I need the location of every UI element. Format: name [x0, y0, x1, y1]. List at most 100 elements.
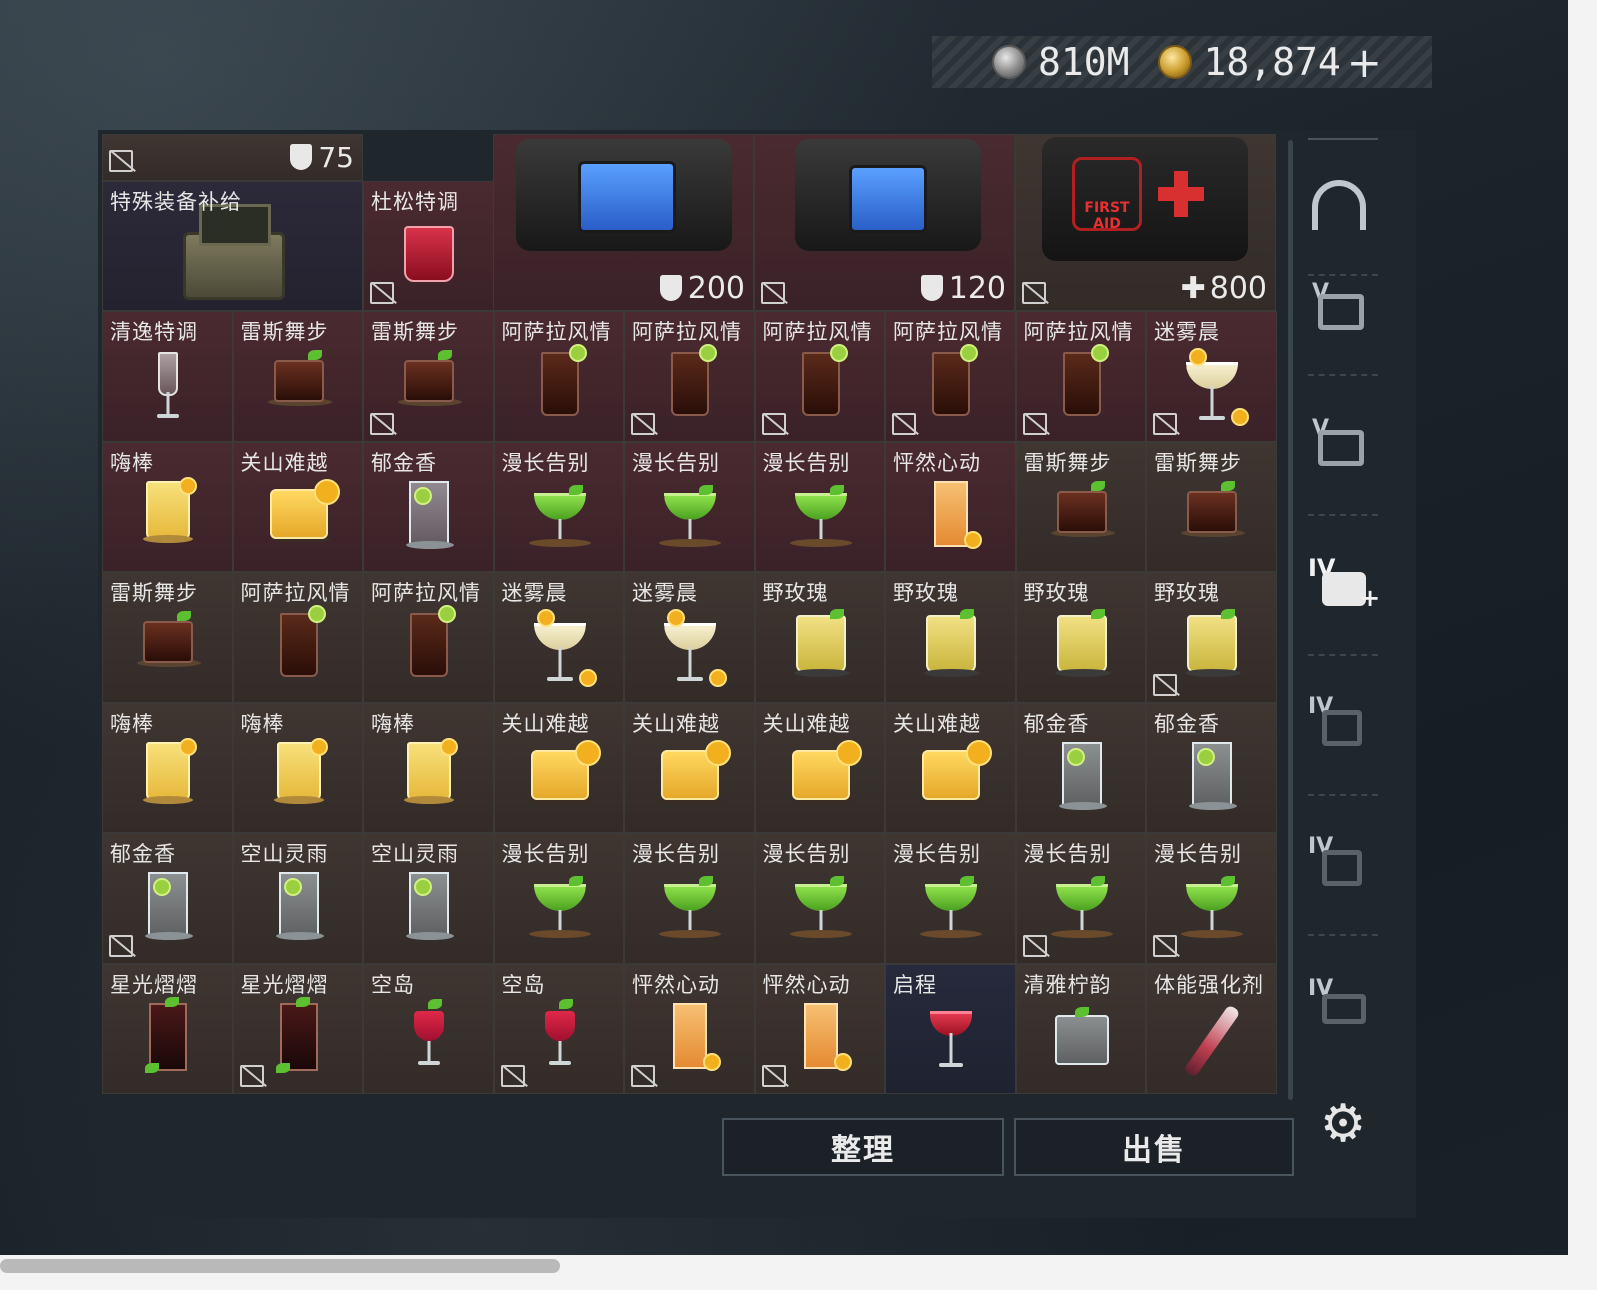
- settings-gear-icon[interactable]: ⚙: [1312, 1094, 1374, 1154]
- inventory-item-cell[interactable]: 关山难越: [754, 702, 885, 833]
- armor-item-cell[interactable]: 75: [102, 134, 363, 181]
- inventory-item-cell[interactable]: 漫长告别: [493, 441, 624, 572]
- pouch-slot-2-icon[interactable]: IV: [1308, 834, 1374, 894]
- inventory-item-cell[interactable]: 阿萨拉风情: [493, 311, 624, 442]
- no-sell-icon: [1022, 412, 1047, 435]
- inventory-item-cell[interactable]: 漫长告别: [885, 833, 1016, 964]
- no-sell-icon: [1153, 934, 1177, 957]
- medkit-slot-icon[interactable]: IV +: [1308, 554, 1380, 614]
- inventory-item-cell[interactable]: 怦然心动: [885, 441, 1016, 572]
- item-name: 雷斯舞步: [1023, 450, 1112, 475]
- inventory-item-cell[interactable]: 雷斯舞步: [363, 311, 494, 442]
- inventory-item-cell[interactable]: 漫长告别: [754, 441, 885, 572]
- inventory-item-cell[interactable]: 迷雾晨: [1146, 311, 1277, 442]
- sell-button[interactable]: 出售: [1014, 1118, 1294, 1176]
- chest-rig-slot-icon[interactable]: V: [1312, 416, 1374, 476]
- inventory-item-cell[interactable]: 阿萨拉风情: [885, 311, 1016, 442]
- item-name: 清雅柠韵: [1023, 972, 1112, 997]
- first-aid-kit-cell[interactable]: FIRST AID ✚ 800: [1015, 134, 1276, 311]
- inventory-item-cell[interactable]: 空岛: [363, 963, 494, 1094]
- inventory-item-cell[interactable]: 怦然心动: [754, 963, 885, 1094]
- inventory-item-cell[interactable]: 空山灵雨: [363, 833, 494, 964]
- inventory-item-cell[interactable]: 星光熠熠: [232, 963, 363, 1094]
- inventory-item-cell[interactable]: 漫长告别: [754, 833, 885, 964]
- inventory-item-cell[interactable]: 漫长告别: [493, 833, 624, 964]
- inventory-item-cell[interactable]: 清逸特调: [102, 311, 233, 442]
- inventory-item-cell[interactable]: 雷斯舞步: [102, 572, 233, 703]
- item-name: 漫长告别: [501, 450, 590, 475]
- inventory-item-cell[interactable]: 郁金香: [1146, 702, 1277, 833]
- item-name: 漫长告别: [1023, 842, 1112, 866]
- inventory-item-cell[interactable]: 关山难越: [624, 702, 755, 833]
- inventory-item-cell[interactable]: 郁金香: [102, 833, 233, 964]
- inventory-item-cell[interactable]: 启程: [885, 963, 1016, 1094]
- first-aid-hp: ✚ 800: [1180, 271, 1267, 306]
- inventory-item-cell[interactable]: 漫长告别: [1146, 833, 1277, 964]
- inventory-item-cell[interactable]: 野玫瑰: [885, 572, 1016, 703]
- inventory-item-cell[interactable]: 迷雾晨: [624, 572, 755, 703]
- inventory-item-cell[interactable]: 空岛: [493, 963, 624, 1094]
- no-sell-icon: [370, 282, 394, 304]
- inventory-item-cell[interactable]: 关山难越: [232, 441, 363, 572]
- pouch-slot-icon[interactable]: IV: [1308, 694, 1374, 754]
- first-aid-kit-icon: FIRST AID: [1042, 137, 1248, 261]
- inventory-item-cell[interactable]: 嗨棒: [232, 702, 363, 833]
- inventory-item-cell[interactable]: 漫长告别: [624, 441, 755, 572]
- inventory-item-cell[interactable]: 嗨棒: [102, 441, 233, 572]
- inventory-item-cell[interactable]: 雷斯舞步: [1015, 441, 1146, 572]
- inventory-item-cell[interactable]: 漫长告别: [1015, 833, 1146, 964]
- inventory-item-cell[interactable]: 野玫瑰: [1015, 572, 1146, 703]
- inventory-item-cell[interactable]: 阿萨拉风情: [1015, 311, 1146, 442]
- organize-button[interactable]: 整理: [722, 1118, 1004, 1176]
- inventory-item-cell[interactable]: 阿萨拉风情: [232, 572, 363, 703]
- backpack-slot-icon[interactable]: V: [1312, 280, 1374, 340]
- item-name: 野玫瑰: [762, 581, 829, 605]
- inventory-item-cell[interactable]: 怦然心动: [624, 963, 755, 1094]
- item-name: 雷斯舞步: [240, 320, 329, 344]
- inventory-item-cell[interactable]: 特殊装备补给: [102, 181, 363, 311]
- item-name: 嗨棒: [240, 711, 285, 736]
- horizontal-scrollbar-track: [0, 1255, 1597, 1290]
- inventory-item-cell[interactable]: 关山难越: [493, 702, 624, 833]
- inventory-item-cell[interactable]: 星光熠熠: [102, 963, 233, 1094]
- inventory-item-cell[interactable]: 阿萨拉风情: [363, 572, 494, 703]
- inventory-item-cell[interactable]: 雷斯舞步: [232, 311, 363, 442]
- helmet-slot-icon[interactable]: [1312, 180, 1374, 240]
- no-sell-icon: [631, 1065, 655, 1087]
- horizontal-scrollbar-thumb[interactable]: [0, 1259, 560, 1273]
- inventory-item-cell[interactable]: 嗨棒: [363, 702, 494, 833]
- vest-bag-cell[interactable]: 200: [493, 134, 754, 311]
- inventory-item-cell[interactable]: 关山难越: [885, 702, 1016, 833]
- item-name: 雷斯舞步: [371, 320, 459, 344]
- inventory-item-cell[interactable]: 郁金香: [1015, 702, 1146, 833]
- item-name: 漫长告别: [893, 842, 981, 866]
- inventory-item-cell[interactable]: 阿萨拉风情: [754, 311, 885, 442]
- inventory-item-cell[interactable]: 嗨棒: [102, 702, 233, 833]
- inventory-item-cell[interactable]: 体能强化剂: [1146, 963, 1277, 1094]
- item-name: 雷斯舞步: [110, 581, 198, 605]
- no-sell-icon: [1022, 934, 1047, 957]
- inventory-item-cell[interactable]: 阿萨拉风情: [624, 311, 755, 442]
- item-name: 嗨棒: [110, 711, 154, 736]
- inventory-item-cell[interactable]: 迷雾晨: [493, 572, 624, 703]
- no-sell-icon: [1153, 673, 1177, 696]
- item-name: 阿萨拉风情: [1023, 320, 1134, 344]
- inventory-item-cell[interactable]: 野玫瑰: [1146, 572, 1277, 703]
- inventory-item-cell[interactable]: 郁金香: [363, 441, 494, 572]
- vest-bag-durability: 200: [659, 271, 745, 306]
- inventory-item-cell[interactable]: 雷斯舞步: [1146, 441, 1277, 572]
- item-name: 漫长告别: [762, 842, 851, 866]
- vest-bag-2-cell[interactable]: 120: [754, 134, 1015, 311]
- inventory-item-cell[interactable]: 杜松特调: [363, 181, 494, 311]
- case-slot-icon[interactable]: IV: [1308, 976, 1374, 1036]
- inventory-item-cell[interactable]: 漫长告别: [624, 833, 755, 964]
- item-name: 郁金香: [1154, 711, 1220, 736]
- inventory-item-cell[interactable]: 野玫瑰: [754, 572, 885, 703]
- add-currency-button[interactable]: +: [1347, 38, 1382, 87]
- item-name: 杜松特调: [371, 190, 459, 214]
- item-name: 漫长告别: [762, 450, 851, 475]
- plus-icon: ✚: [1180, 271, 1206, 306]
- item-name: 空山灵雨: [371, 842, 459, 866]
- inventory-item-cell[interactable]: 清雅柠韵: [1015, 963, 1146, 1094]
- inventory-item-cell[interactable]: 空山灵雨: [232, 833, 363, 964]
